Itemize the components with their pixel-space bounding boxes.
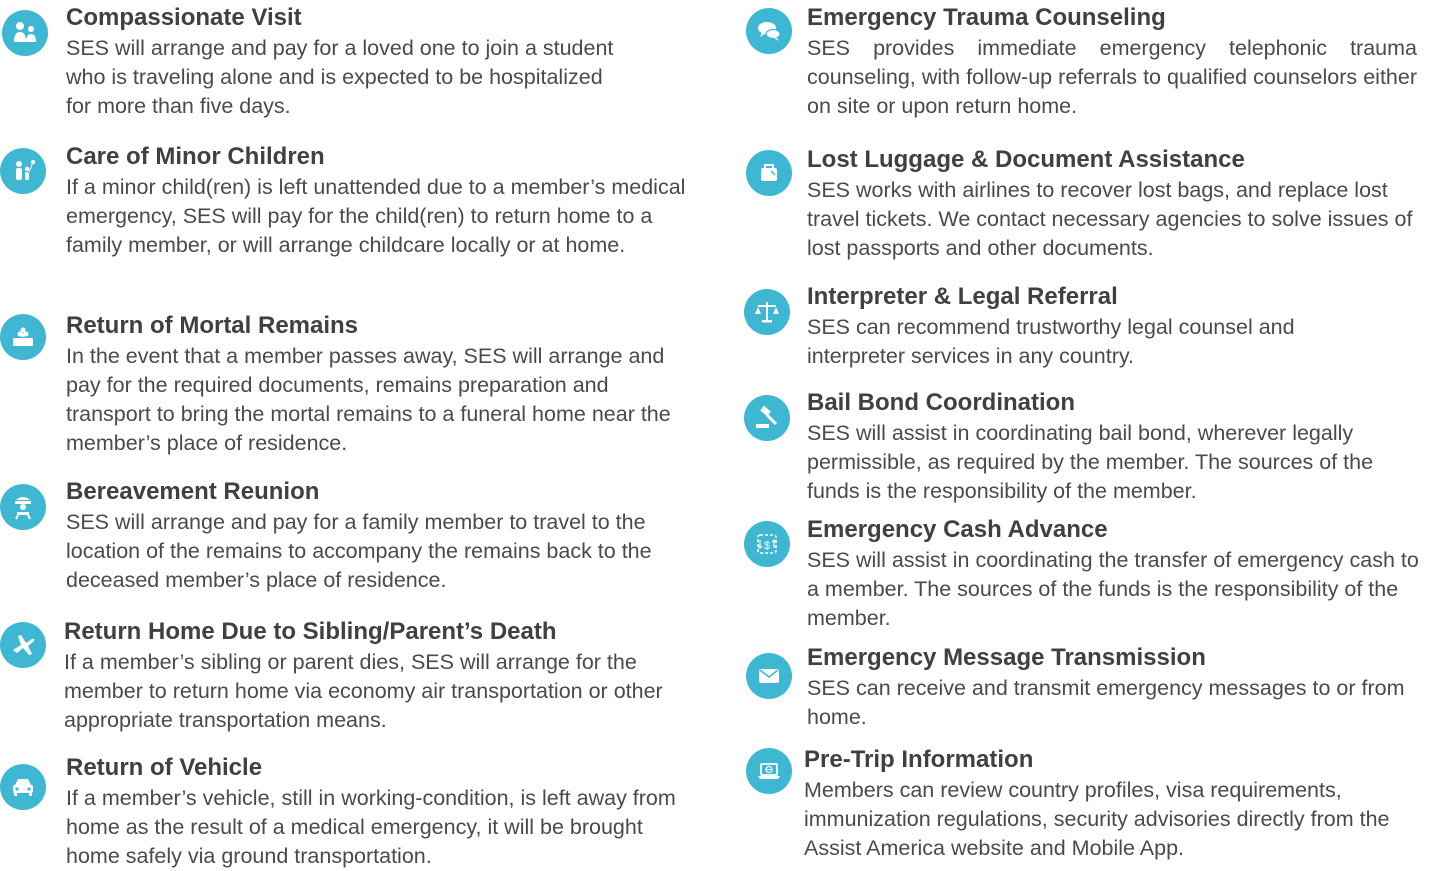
- benefit-description: If a minor child(ren) is left unattended…: [66, 175, 686, 257]
- benefit-description: In the event that a member passes away, …: [66, 344, 671, 455]
- gavel-icon: [744, 395, 790, 441]
- airplane-icon: [0, 622, 46, 668]
- benefit-item: Emergency Trauma Counseling SES provides…: [740, 0, 1434, 130]
- benefit-item: Return of Vehicle If a member’s vehicle,…: [0, 752, 700, 868]
- chat-bubbles-icon: [746, 8, 792, 54]
- benefit-title: Emergency Trauma Counseling: [807, 4, 1166, 31]
- benefit-description: SES can receive and transmit emergency m…: [807, 676, 1405, 729]
- benefit-description: SES will assist in coordinating the tran…: [807, 548, 1419, 630]
- benefit-item: Pre-Trip Information Members can review …: [740, 742, 1434, 867]
- cash-transfer-icon: $: [744, 521, 790, 567]
- benefit-item: Compassionate Visit SES will arrange and…: [0, 0, 700, 130]
- benefit-description: SES will assist in coordinating bail bon…: [807, 421, 1374, 503]
- benefit-title: Emergency Message Transmission: [807, 644, 1206, 671]
- benefit-description: SES will arrange and pay for a family me…: [66, 510, 652, 592]
- reunion-icon: [0, 484, 46, 530]
- scales-icon: [744, 289, 790, 335]
- benefit-title: Pre-Trip Information: [804, 746, 1034, 773]
- benefit-title: Bereavement Reunion: [66, 478, 320, 505]
- luggage-icon: [746, 150, 792, 196]
- memorial-icon: [0, 314, 46, 360]
- benefit-title: Compassionate Visit: [66, 4, 302, 31]
- benefit-item: Bail Bond Coordination SES will assist i…: [740, 385, 1434, 515]
- benefit-title: Bail Bond Coordination: [807, 389, 1075, 416]
- benefit-description: SES can recommend trustworthy legal coun…: [807, 315, 1295, 368]
- children-icon: [0, 148, 46, 194]
- benefit-description: SES provides immediate emergency telepho…: [807, 36, 1417, 118]
- benefit-item: Emergency Message Transmission SES can r…: [740, 641, 1434, 741]
- benefit-title: Care of Minor Children: [66, 143, 325, 170]
- benefit-title: Lost Luggage & Document Assistance: [807, 146, 1245, 173]
- envelope-icon: [746, 653, 792, 699]
- laptop-globe-icon: [746, 748, 792, 794]
- car-icon: [0, 764, 46, 810]
- benefit-item: Interpreter & Legal Referral SES can rec…: [740, 279, 1434, 379]
- benefit-item: $ Emergency Cash Advance SES will assist…: [740, 513, 1434, 643]
- benefit-item: Return Home Due to Sibling/Parent’s Deat…: [0, 614, 700, 744]
- benefit-item: Bereavement Reunion SES will arrange and…: [0, 474, 700, 604]
- benefit-title: Return of Mortal Remains: [66, 312, 359, 339]
- benefit-description: If a member’s vehicle, still in working-…: [66, 786, 676, 868]
- family-visit-icon: [2, 10, 48, 56]
- benefit-description: SES will arrange and pay for a loved one…: [66, 36, 614, 118]
- benefit-description: SES works with airlines to recover lost …: [807, 178, 1413, 260]
- benefit-description: Members can review country profiles, vis…: [804, 778, 1390, 860]
- benefit-title: Interpreter & Legal Referral: [807, 283, 1118, 310]
- svg-text:$: $: [764, 540, 770, 552]
- benefit-description: If a member’s sibling or parent dies, SE…: [64, 650, 663, 732]
- benefit-title: Return Home Due to Sibling/Parent’s Deat…: [64, 618, 557, 645]
- benefit-title: Emergency Cash Advance: [807, 516, 1108, 543]
- benefit-item: Care of Minor Children If a minor child(…: [0, 140, 700, 290]
- benefit-title: Return of Vehicle: [66, 754, 263, 781]
- benefit-item: Lost Luggage & Document Assistance SES w…: [740, 142, 1434, 272]
- benefit-item: Return of Mortal Remains In the event th…: [0, 308, 700, 458]
